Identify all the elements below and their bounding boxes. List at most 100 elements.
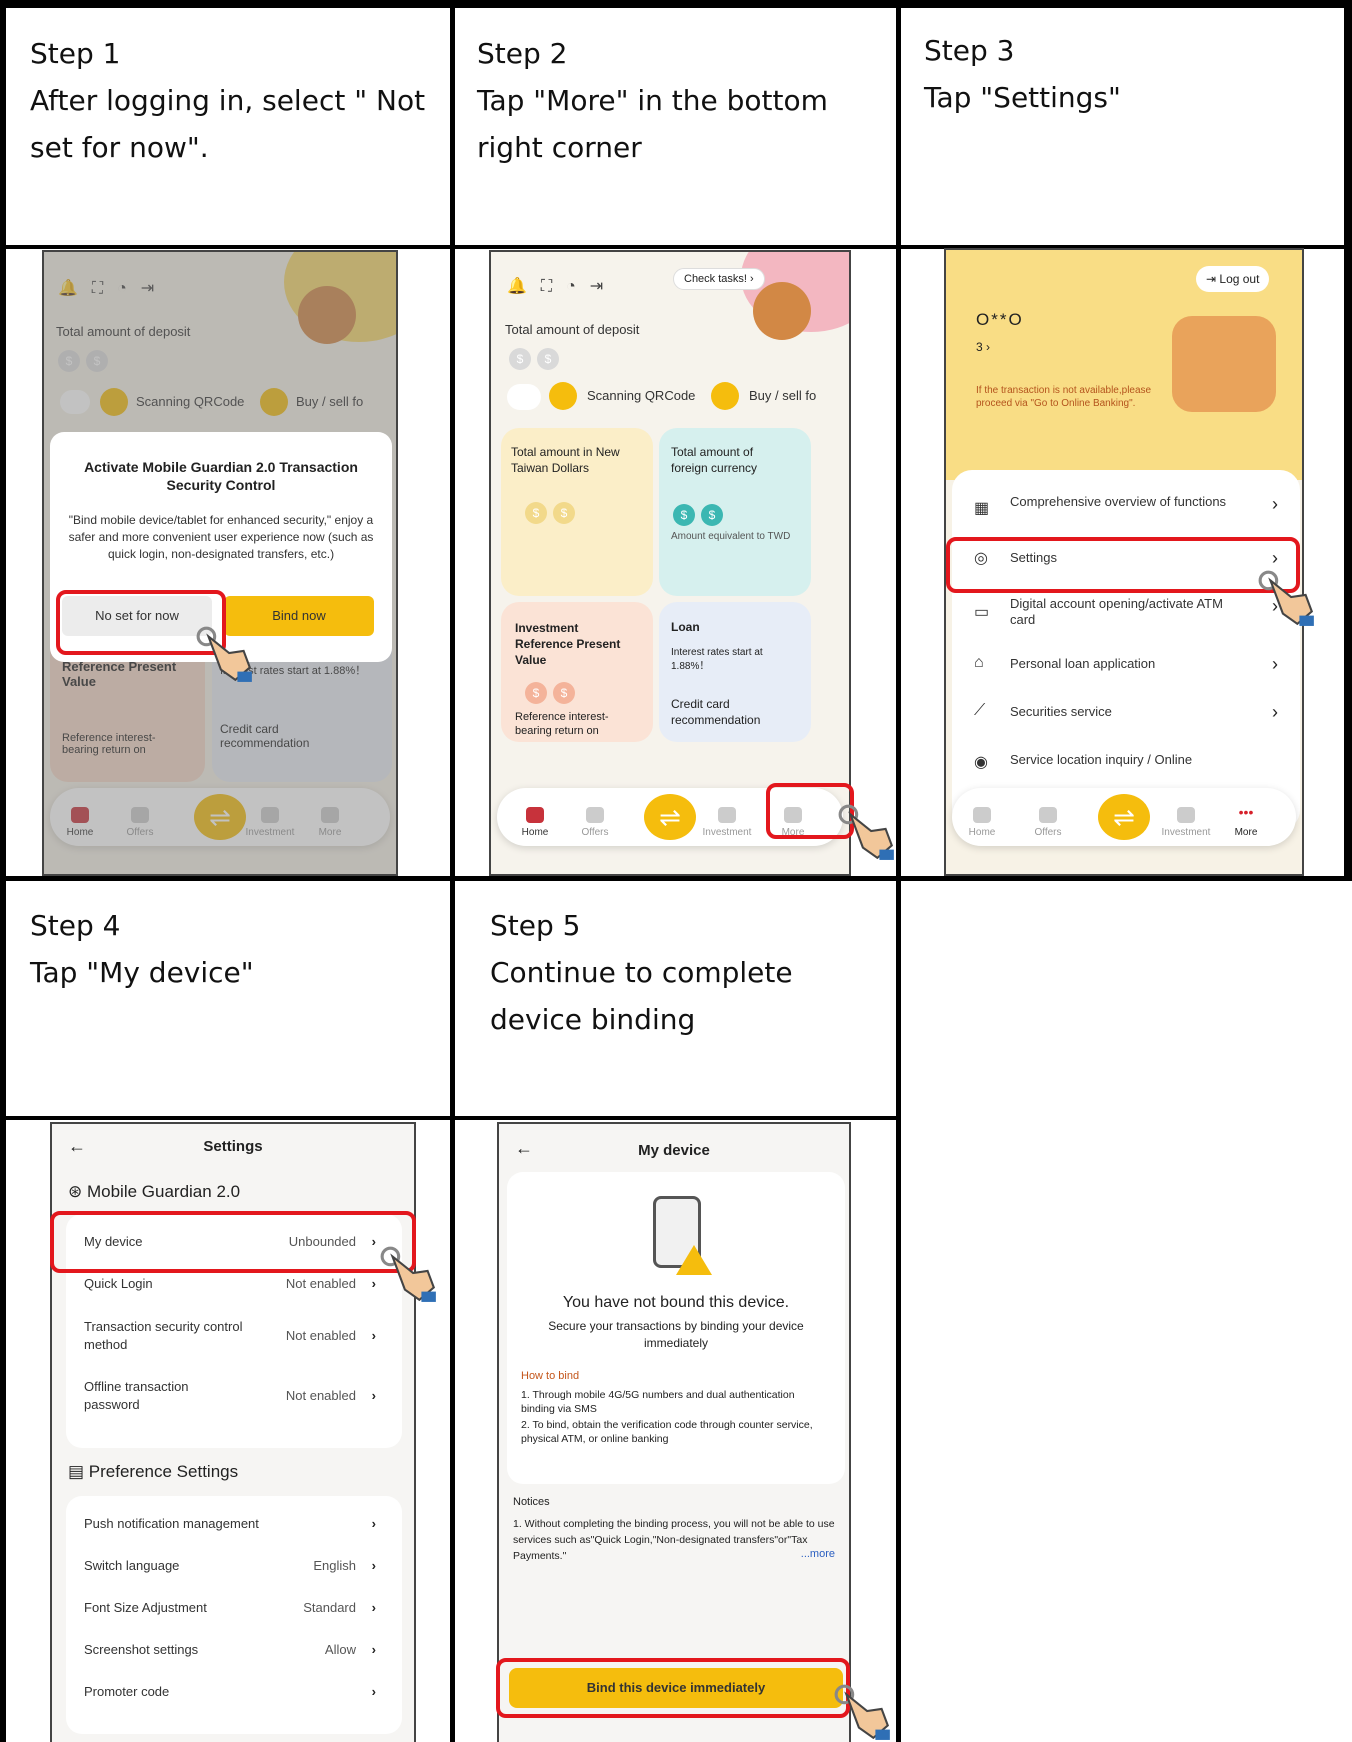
nav-investment-label: Investment bbox=[1161, 827, 1211, 838]
more-link[interactable]: ...more bbox=[801, 1548, 835, 1560]
highlight-my-device bbox=[50, 1211, 416, 1273]
tap-hand-icon bbox=[834, 1684, 890, 1740]
card-investment-title: Investment Reference Present Value bbox=[515, 621, 621, 667]
notice-text: If the transaction is not available,plea… bbox=[976, 385, 1152, 409]
nav-home[interactable]: Home bbox=[505, 807, 565, 838]
chevron-right-icon: › bbox=[371, 1276, 376, 1291]
menu-item-overview-label: Comprehensive overview of functions bbox=[1010, 494, 1227, 509]
step1-title: Step 1 bbox=[30, 37, 121, 70]
nav-investment[interactable]: Investment bbox=[697, 807, 757, 838]
row-font-size-value: Standard bbox=[303, 1600, 356, 1615]
phone-screen-step1: 🔔⛶◔⇥ Total amount of deposit $ $ Scanning… bbox=[42, 250, 398, 876]
home-icon bbox=[973, 807, 991, 823]
scan-qrcode-label[interactable]: Scanning QRCode bbox=[587, 388, 695, 403]
not-bound-sub: Secure your transactions by binding your… bbox=[548, 1319, 804, 1350]
step3-title: Step 3 bbox=[924, 34, 1015, 67]
logout-button[interactable]: ⇥ Log out bbox=[1196, 266, 1270, 292]
quick-actions: Scanning QRCode Buy / sell fo bbox=[505, 378, 849, 414]
menu-list: ▦ Comprehensive overview of functions › ◎ S… bbox=[952, 470, 1300, 830]
step1-desc: After logging in, select " Not set for n… bbox=[30, 84, 426, 164]
chevron-right-icon: › bbox=[371, 1600, 376, 1615]
location-icon: ◉ bbox=[974, 754, 988, 771]
settings-title: Settings bbox=[203, 1138, 263, 1155]
buy-sell-label[interactable]: Buy / sell fo bbox=[749, 388, 816, 403]
row-promoter-code-label: Promoter code bbox=[84, 1684, 170, 1699]
row-offline-password-label: Offline transaction password bbox=[84, 1379, 189, 1412]
nav-offers[interactable]: Offers bbox=[565, 807, 625, 838]
loan-icon: ⌂ bbox=[974, 654, 984, 671]
investment-icon bbox=[1177, 807, 1195, 823]
menu-item-service-location[interactable]: ◉ Service location inquiry / Online bbox=[952, 750, 1300, 780]
investment-icon bbox=[718, 807, 736, 823]
notices-title: Notices bbox=[513, 1496, 550, 1508]
preference-icon: ▤ bbox=[68, 1462, 85, 1481]
menu-item-securities[interactable]: ⟋ Securities service › bbox=[952, 702, 1300, 732]
row-offline-password[interactable]: Offline transaction password Not enabled › bbox=[68, 1378, 398, 1418]
step2-title: Step 2 bbox=[477, 37, 568, 70]
row-quick-login[interactable]: Quick Login Not enabled › bbox=[68, 1276, 398, 1296]
nav-more[interactable]: ••• More bbox=[1216, 805, 1276, 838]
menu-item-loan-label: Personal loan application bbox=[1010, 656, 1156, 671]
shield-icon: ⊛ bbox=[68, 1182, 83, 1201]
chevron-right-icon: › bbox=[371, 1516, 376, 1531]
row-offline-password-value: Not enabled bbox=[285, 1388, 356, 1403]
menu-item-service-location-label: Service location inquiry / Online bbox=[1010, 752, 1193, 767]
home-icon bbox=[526, 807, 544, 823]
how-to-bind-1: 1. Through mobile 4G/5G numbers and dual… bbox=[521, 1389, 795, 1415]
not-bound-headline: You have not bound this device. bbox=[562, 1294, 790, 1311]
coin-icons: $ $ bbox=[509, 348, 565, 370]
card-investment[interactable]: Investment Reference Present Value $ $ Re… bbox=[501, 602, 653, 742]
menu-item-account-opening[interactable]: ▭ Digital account opening/activate ATM ca… bbox=[952, 596, 1300, 636]
step4-header: Step 4 Tap "My device" bbox=[30, 902, 440, 996]
mascot-icon bbox=[753, 282, 811, 340]
row-transaction-security[interactable]: Transaction security control method Not e… bbox=[68, 1318, 398, 1358]
nav-offers-label: Offers bbox=[1034, 827, 1062, 838]
card-investment-sub: Reference interest-bearing return on bbox=[515, 711, 609, 737]
card-icon: ▭ bbox=[974, 604, 990, 621]
nav-offers[interactable]: Offers bbox=[1018, 807, 1078, 838]
mascot-icon bbox=[1172, 316, 1276, 412]
row-screenshot-label: Screenshot settings bbox=[84, 1642, 199, 1657]
row-push-notification-label: Push notification management bbox=[84, 1516, 259, 1531]
how-to-bind-title: How to bind bbox=[521, 1370, 580, 1382]
gift-icon bbox=[586, 807, 604, 823]
transfer-button[interactable]: ⇌ bbox=[1098, 794, 1150, 840]
card-twd[interactable]: Total amount in New Taiwan Dollars $ $ bbox=[501, 428, 653, 596]
step5-desc: Continue to complete device binding bbox=[490, 956, 793, 1036]
coin-count[interactable]: 3 › bbox=[976, 340, 990, 354]
nav-home[interactable]: Home bbox=[952, 807, 1012, 838]
step3-header: Step 3 Tap "Settings" bbox=[924, 27, 1334, 121]
menu-item-overview[interactable]: ▦ Comprehensive overview of functions › bbox=[952, 494, 1300, 534]
device-card: You have not bound this device. Secure y… bbox=[507, 1172, 845, 1484]
chevron-right-icon: › bbox=[1272, 494, 1278, 514]
transfer-button[interactable]: ⇌ bbox=[644, 794, 696, 840]
menu-item-loan[interactable]: ⌂ Personal loan application › bbox=[952, 654, 1300, 684]
bottom-nav: Home Offers ⇌ Investment ••• More bbox=[952, 788, 1296, 846]
section-preference-label: Preference Settings bbox=[88, 1462, 239, 1481]
nav-investment-label: Investment bbox=[702, 827, 752, 838]
card-foreign-title: Total amount of foreign currency bbox=[671, 445, 758, 475]
gift-icon bbox=[1039, 807, 1057, 823]
deposit-label: Total amount of deposit bbox=[505, 322, 640, 337]
step5-header: Step 5 Continue to complete device bindi… bbox=[490, 902, 890, 1043]
nav-investment[interactable]: Investment bbox=[1156, 807, 1216, 838]
card-loan-sub: Interest rates start at 1.88%！ bbox=[671, 647, 763, 672]
highlight-settings bbox=[946, 537, 1300, 593]
how-to-bind-2: 2. To bind, obtain the verification code… bbox=[521, 1419, 813, 1445]
row-switch-language-label: Switch language bbox=[84, 1558, 180, 1573]
coin-icons: $ $ bbox=[525, 502, 581, 524]
top-icons: 🔔⛶◔⇥ bbox=[507, 278, 618, 295]
row-quick-login-label: Quick Login bbox=[84, 1276, 153, 1291]
step5-title: Step 5 bbox=[490, 909, 581, 942]
phone-warning-icon bbox=[653, 1196, 712, 1275]
username: O**O bbox=[976, 310, 1024, 329]
check-tasks-button[interactable]: Check tasks! › bbox=[673, 268, 765, 290]
chevron-right-icon: › bbox=[371, 1558, 376, 1573]
card-foreign-sub: Amount equivalent to TWD bbox=[671, 531, 791, 542]
chevron-right-icon: › bbox=[371, 1642, 376, 1657]
chevron-right-icon: › bbox=[371, 1328, 376, 1343]
coin-icons: $ $ bbox=[525, 682, 581, 704]
card-loan[interactable]: Loan Interest rates start at 1.88%！ Cred… bbox=[659, 602, 811, 742]
card-foreign[interactable]: Total amount of foreign currency $ $ Amou… bbox=[659, 428, 811, 596]
tap-hand-icon bbox=[196, 626, 252, 682]
